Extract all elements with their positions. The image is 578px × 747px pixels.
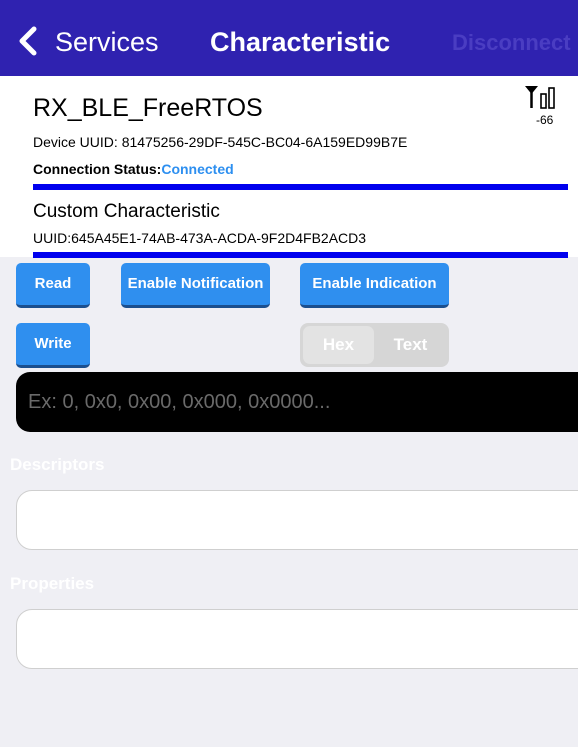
chevron-left-icon[interactable] — [14, 26, 44, 56]
enable-indication-button[interactable]: Enable Indication — [300, 263, 449, 308]
rssi-value: -66 — [536, 113, 554, 127]
descriptors-box — [16, 490, 578, 550]
characteristic-uuid: UUID:645A45E1-74AB-473A-ACDA-9F2D4FB2ACD… — [33, 229, 366, 247]
text-segment[interactable]: Text — [375, 326, 446, 364]
connection-status-value: Connected — [161, 161, 234, 177]
characteristic-divider — [33, 252, 568, 258]
device-name: RX_BLE_FreeRTOS — [33, 94, 263, 122]
device-uuid-value: 81475256-29DF-545C-BC04-6A159ED99B7E — [121, 134, 408, 150]
descriptors-heading: Descriptors — [10, 455, 105, 474]
page-title: Characteristic — [210, 27, 391, 57]
connection-status: Connection Status:Connected — [33, 160, 234, 178]
device-uuid: Device UUID: 81475256-29DF-545C-BC04-6A1… — [33, 133, 407, 151]
enable-notification-button[interactable]: Enable Notification — [121, 263, 270, 308]
properties-box — [16, 609, 578, 669]
device-info-card: RX_BLE_FreeRTOS -66 Device UUID: 8147525… — [0, 76, 578, 258]
hex-segment[interactable]: Hex — [303, 326, 374, 364]
navigation-bar: Services Characteristic Disconnect — [0, 0, 578, 76]
characteristic-name: Custom Characteristic — [33, 201, 220, 222]
write-button[interactable]: Write — [16, 323, 90, 368]
read-button[interactable]: Read — [16, 263, 90, 308]
write-value-input[interactable] — [16, 372, 578, 432]
device-divider — [33, 184, 568, 190]
characteristic-uuid-value: 645A45E1-74AB-473A-ACDA-9F2D4FB2ACD3 — [71, 230, 367, 246]
format-toggle: Hex Text — [300, 323, 449, 367]
properties-heading: Properties — [10, 574, 95, 593]
characteristic-uuid-label: UUID: — [33, 230, 72, 246]
disconnect-button[interactable]: Disconnect — [452, 28, 571, 58]
device-uuid-label: Device UUID: — [33, 134, 118, 150]
signal-strength-icon — [525, 86, 555, 109]
connection-status-label: Connection Status: — [33, 161, 162, 177]
back-button[interactable]: Services — [55, 26, 159, 58]
